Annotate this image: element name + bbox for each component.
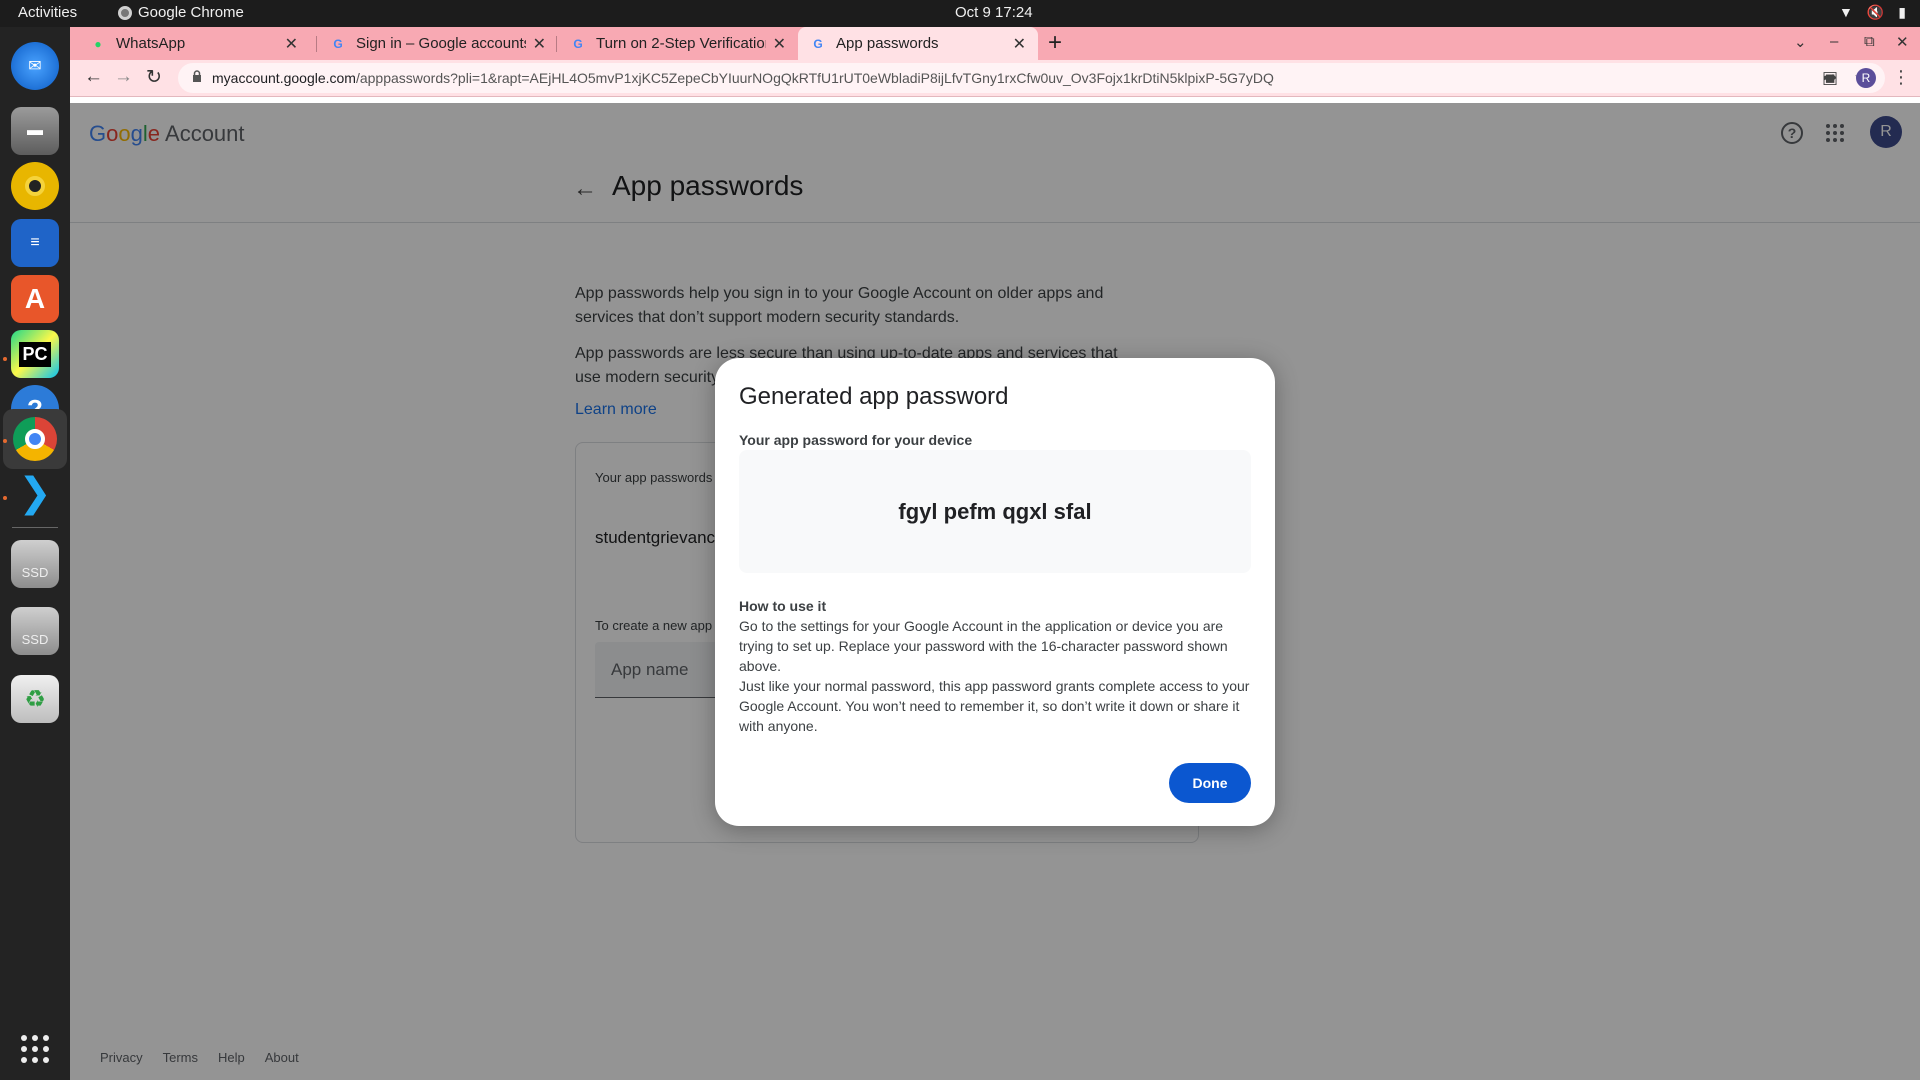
back-button[interactable]: ← (84, 66, 103, 88)
chrome-icon[interactable] (11, 415, 59, 463)
more-menu-icon[interactable]: ⋮ (1892, 67, 1910, 88)
google-icon: G (333, 36, 343, 51)
close-window-button[interactable]: ✕ (1896, 33, 1909, 51)
instructions-paragraph: Go to the settings for your Google Accou… (739, 618, 1228, 674)
google-icon: G (573, 36, 583, 51)
tab-title: Sign in – Google accounts (356, 35, 526, 52)
tab-title: App passwords (836, 35, 939, 52)
address-bar[interactable]: myaccount.google.com/apppasswords?pli=1&… (178, 63, 1885, 93)
running-indicator (3, 439, 7, 443)
ssd-label: SSD (21, 631, 49, 647)
browser-toolbar: ← → ↻ myaccount.google.com/apppasswords?… (70, 60, 1920, 97)
rhythmbox-icon[interactable] (11, 162, 59, 210)
tab-2-step[interactable]: G Turn on 2-Step Verification ✕ (558, 27, 798, 60)
app-menu[interactable]: Google Chrome (118, 4, 244, 21)
close-icon[interactable]: ✕ (285, 34, 298, 54)
app-name: Google Chrome (138, 4, 244, 21)
close-icon[interactable]: ✕ (773, 34, 786, 54)
volume-icon: 🔇 (1866, 4, 1885, 20)
url-text: myaccount.google.com/apppasswords?pli=1&… (212, 70, 1274, 86)
profile-avatar[interactable]: R (1856, 68, 1876, 88)
security-note-paragraph: Just like your normal password, this app… (739, 678, 1250, 734)
ssd-drive-icon[interactable]: SSD (11, 540, 59, 588)
activities-button[interactable]: Activities (18, 4, 77, 21)
tab-search-icon[interactable]: ⌄ (1794, 33, 1807, 51)
close-icon[interactable]: ✕ (1013, 34, 1026, 54)
tab-separator (316, 36, 317, 52)
battery-icon: ▮ (1898, 4, 1906, 20)
app-center-icon[interactable]: A (11, 275, 59, 323)
dialog-subtitle: Your app password for your device (739, 432, 973, 448)
writer-icon[interactable]: ≡ (11, 219, 59, 267)
tab-title: Turn on 2-Step Verification (596, 35, 766, 52)
thunderbird-icon[interactable]: ✉ (11, 42, 59, 90)
wifi-icon: ▼ (1838, 4, 1853, 20)
dock-separator (12, 527, 58, 528)
files-icon[interactable]: ▬ (11, 107, 59, 155)
close-icon[interactable]: ✕ (533, 34, 546, 54)
tab-title: WhatsApp (116, 35, 186, 52)
system-top-bar: Activities Google Chrome Oct 9 17:24 ▼ 🔇… (0, 0, 1920, 27)
vscode-icon[interactable]: ❯ (11, 469, 59, 517)
ssd-drive-icon[interactable]: SSD (11, 607, 59, 655)
done-button[interactable]: Done (1169, 763, 1251, 803)
maximize-button[interactable]: ⧉ (1864, 33, 1875, 50)
whatsapp-icon: ● (94, 36, 102, 51)
minimize-button[interactable]: – (1830, 33, 1838, 50)
google-icon: G (813, 36, 823, 51)
url-path: /apppasswords?pli=1&rapt=AEjHL4O5mvP1xjK… (355, 70, 1274, 86)
trash-icon[interactable]: ♻ (11, 675, 59, 723)
tab-separator (556, 36, 557, 52)
generated-password[interactable]: fgyl pefm qgxl sfal (739, 450, 1251, 573)
system-tray[interactable]: ▼ 🔇 ▮ (1839, 4, 1906, 21)
lock-icon (193, 70, 201, 82)
tab-sign-in[interactable]: G Sign in – Google accounts ✕ (318, 27, 558, 60)
how-to-use-heading: How to use it (739, 598, 827, 614)
tab-whatsapp[interactable]: ● WhatsApp ✕ (70, 27, 310, 60)
tab-app-passwords[interactable]: G App passwords ✕ (798, 27, 1038, 60)
dialog-title: Generated app password (739, 383, 1009, 410)
generated-password-dialog: Generated app password Your app password… (715, 358, 1275, 826)
show-apps-icon[interactable] (11, 1025, 59, 1073)
reload-button[interactable]: ↻ (146, 66, 162, 89)
clock[interactable]: Oct 9 17:24 (955, 4, 1033, 21)
tab-strip: ● WhatsApp ✕ G Sign in – Google accounts… (70, 27, 1920, 60)
new-tab-button[interactable]: + (1048, 29, 1062, 57)
chrome-icon (118, 5, 132, 20)
forward-button[interactable]: → (114, 66, 133, 88)
side-panel-icon[interactable]: ▣ (1822, 68, 1838, 88)
running-indicator (3, 496, 7, 500)
dock: ✉ ▬ ≡ A PC ? ❯ SSD SSD ♻ (0, 27, 70, 1080)
running-indicator (3, 357, 7, 361)
ssd-label: SSD (21, 564, 49, 580)
pycharm-icon[interactable]: PC (11, 330, 59, 378)
url-host: myaccount.google.com (212, 70, 356, 86)
pycharm-label: PC (19, 341, 51, 367)
